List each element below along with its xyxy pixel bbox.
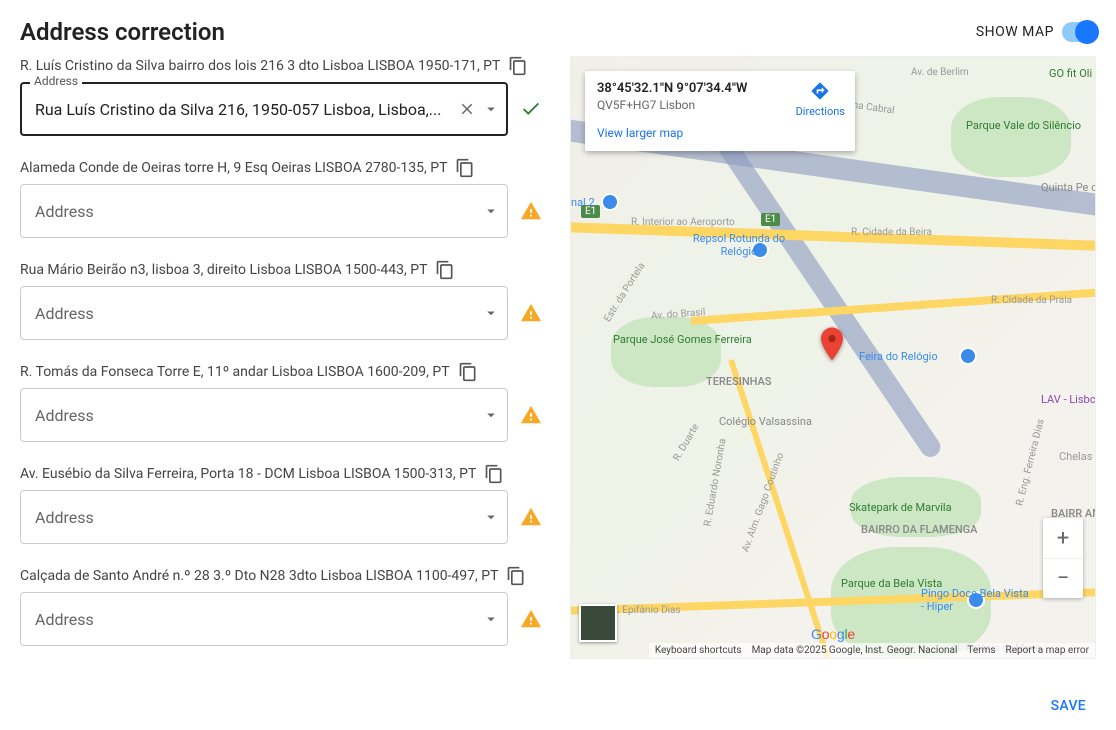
keyboard-shortcuts-link[interactable]: Keyboard shortcuts <box>655 645 742 656</box>
map-data-attribution: Map data ©2025 Google, Inst. Geogr. Naci… <box>752 645 958 656</box>
zoom-controls: + − <box>1043 518 1083 598</box>
map-poi[interactable]: Chelas <box>1059 450 1092 463</box>
map-park-label: Parque da Bela Vista <box>841 577 921 590</box>
chevron-down-icon[interactable] <box>482 100 500 118</box>
chevron-down-icon[interactable] <box>482 304 500 322</box>
map-panel: E1 E1 Av. de Berlim R. C. Bento da Rocha… <box>570 56 1096 659</box>
address-select[interactable]: Address <box>20 388 508 442</box>
map-poi[interactable]: nal 2 <box>571 196 595 209</box>
map-info-card: 38°45'32.1"N 9°07'34.4"W QV5F+HG7 Lisbon… <box>585 71 855 151</box>
warning-icon <box>520 302 542 324</box>
original-address: Rua Mário Beirão n3, lisboa 3, direito L… <box>20 262 427 278</box>
map-poi[interactable]: Skatepark de Marvila <box>849 501 952 514</box>
view-larger-map-link[interactable]: View larger map <box>597 126 683 140</box>
map-poi[interactable]: Colégio Valsassina <box>719 415 812 428</box>
save-button[interactable]: SAVE <box>1041 692 1096 720</box>
chevron-down-icon[interactable] <box>482 406 500 424</box>
terms-link[interactable]: Terms <box>967 645 995 656</box>
map-street: R. Epifânio Dias <box>611 605 681 616</box>
road <box>728 359 845 659</box>
map-area: TERESINHAS <box>706 375 772 388</box>
page-title: Address correction <box>20 18 225 46</box>
address-list[interactable]: R. Luís Cristino da Silva bairro dos loi… <box>20 56 550 676</box>
map-park-label: Parque José Gomes Ferreira <box>613 333 703 346</box>
show-map-toggle[interactable] <box>1062 22 1096 42</box>
copy-icon[interactable] <box>508 56 528 76</box>
map-poi[interactable]: Pingo Doce Bela Vista - Hiper <box>921 587 1031 613</box>
map-poi[interactable]: GO fit Oli <box>1049 67 1092 80</box>
park-shape <box>951 97 1071 177</box>
address-entry: Calçada de Santo André n.º 28 3.º Dto N2… <box>20 566 542 646</box>
field-value: Address <box>35 406 94 425</box>
field-value: Address <box>35 610 94 629</box>
map-poi-icon[interactable] <box>959 347 977 365</box>
map-marker-icon[interactable] <box>821 327 843 361</box>
address-entry: Av. Eusébio da Silva Ferreira, Porta 18 … <box>20 464 542 544</box>
address-entry: R. Luís Cristino da Silva bairro dos loi… <box>20 56 542 136</box>
address-select[interactable]: Address <box>20 286 508 340</box>
original-address: R. Luís Cristino da Silva bairro dos loi… <box>20 58 500 74</box>
map-street: R. Cidade da Praia <box>991 295 1072 306</box>
road <box>691 288 1096 325</box>
google-logo: Google <box>811 626 855 642</box>
map-street: R. Cidade da Beira <box>851 227 932 238</box>
original-address: Alameda Conde de Oeiras torre H, 9 Esq O… <box>20 160 447 176</box>
copy-icon[interactable] <box>435 260 455 280</box>
address-entry: Alameda Conde de Oeiras torre H, 9 Esq O… <box>20 158 542 238</box>
chevron-down-icon[interactable] <box>482 202 500 220</box>
zoom-out-button[interactable]: − <box>1043 558 1083 598</box>
map-street: Estr. da Portela <box>602 261 647 324</box>
show-map-label: SHOW MAP <box>976 24 1054 40</box>
satellite-toggle[interactable] <box>579 604 617 642</box>
field-label: Address <box>30 74 82 88</box>
check-icon <box>520 98 542 120</box>
warning-icon <box>520 506 542 528</box>
warning-icon <box>520 200 542 222</box>
field-value: Address <box>35 304 94 323</box>
map-street: R. Eng. Ferreira Dias <box>1014 418 1046 507</box>
field-value: Rua Luís Cristino da Silva 216, 1950-057… <box>35 100 441 119</box>
map-area: BAIRRO DA FLAMENGA <box>861 523 951 536</box>
address-select[interactable]: Address <box>20 490 508 544</box>
map-street: R. Duarte <box>671 422 701 463</box>
map-poi[interactable]: LAV - Lisbc <box>1041 393 1095 406</box>
map-poi[interactable]: Quinta Pe d <box>1041 181 1096 194</box>
original-address: Av. Eusébio da Silva Ferreira, Porta 18 … <box>20 466 476 482</box>
field-value: Address <box>35 508 94 527</box>
original-address: R. Tomás da Fonseca Torre E, 11º andar L… <box>20 364 450 380</box>
map-street: R. Interior ao Aeroporto <box>631 217 735 228</box>
address-select[interactable]: Rua Luís Cristino da Silva 216, 1950-057… <box>20 82 508 136</box>
map-park-label: Parque Vale do Silêncio <box>966 119 1056 132</box>
address-entry: Rua Mário Beirão n3, lisboa 3, direito L… <box>20 260 542 340</box>
warning-icon <box>520 404 542 426</box>
directions-label: Directions <box>796 105 845 118</box>
address-select[interactable]: Address <box>20 184 508 238</box>
address-entry: R. Tomás da Fonseca Torre E, 11º andar L… <box>20 362 542 442</box>
directions-icon <box>810 81 830 101</box>
copy-icon[interactable] <box>506 566 526 586</box>
warning-icon <box>520 608 542 630</box>
copy-icon[interactable] <box>455 158 475 178</box>
address-select[interactable]: Address <box>20 592 508 646</box>
map-poi[interactable]: Feira do Relógio <box>859 350 938 363</box>
map-street: Av. de Berlim <box>911 67 969 78</box>
zoom-in-button[interactable]: + <box>1043 518 1083 558</box>
map-poi[interactable]: Repsol Rotunda do Relógio <box>689 232 789 258</box>
field-value: Address <box>35 202 94 221</box>
report-error-link[interactable]: Report a map error <box>1006 645 1089 656</box>
park-shape <box>611 317 721 387</box>
map-footer: Keyboard shortcuts Map data ©2025 Google… <box>649 643 1095 658</box>
chevron-down-icon[interactable] <box>482 508 500 526</box>
copy-icon[interactable] <box>484 464 504 484</box>
chevron-down-icon[interactable] <box>482 610 500 628</box>
original-address: Calçada de Santo André n.º 28 3.º Dto N2… <box>20 568 498 584</box>
directions-button[interactable]: Directions <box>796 81 845 118</box>
map-street: R. Eduardo Noronha <box>702 438 728 527</box>
clear-icon[interactable] <box>458 100 476 118</box>
copy-icon[interactable] <box>458 362 478 382</box>
map-poi-icon[interactable] <box>601 193 619 211</box>
highway-badge: E1 <box>761 213 780 226</box>
